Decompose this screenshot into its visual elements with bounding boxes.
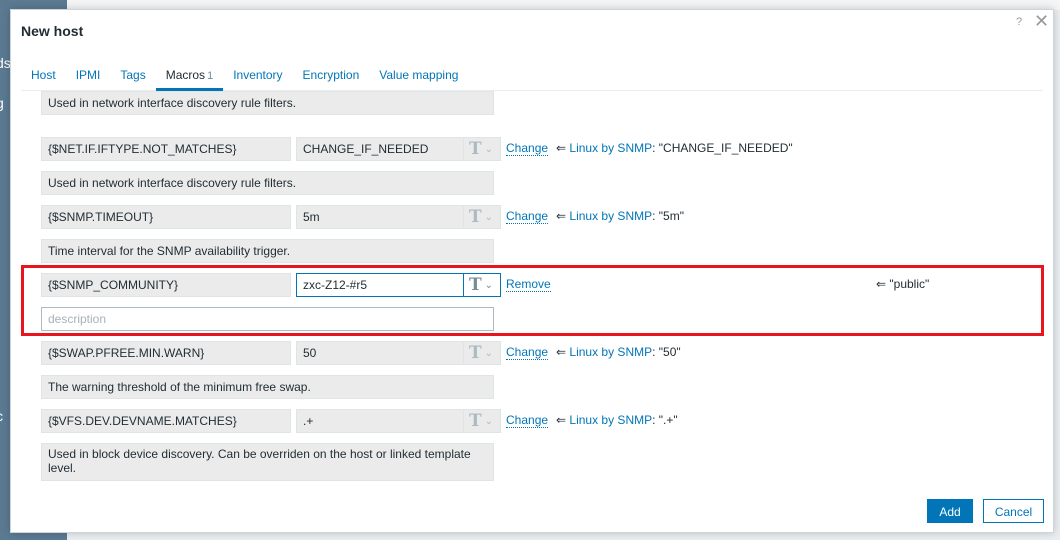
- macro-row: {$NET.IF.IFTYPE.NOT_MATCHES} CHANGE_IF_N…: [21, 137, 1045, 205]
- text-type-icon: T: [469, 411, 482, 431]
- macro-row: {$VFS.DEV.DEVNAME.MATCHES} .+ T ⌄ Change …: [21, 409, 1045, 481]
- macro-name-input[interactable]: {$SWAP.PFREE.MIN.WARN}: [41, 341, 291, 365]
- tab-ipmi[interactable]: IPMI: [66, 62, 111, 91]
- change-link[interactable]: Change: [506, 345, 549, 360]
- inherited-text: : ".+": [652, 413, 678, 427]
- change-link[interactable]: Change: [506, 141, 549, 156]
- macro-row: {$SWAP.PFREE.MIN.WARN} 50 T ⌄ Change ⇐ Li…: [21, 341, 1045, 409]
- tab-tags[interactable]: Tags: [110, 62, 155, 91]
- macro-row: Used in network interface discovery rule…: [21, 91, 1045, 125]
- tab-host[interactable]: Host: [21, 62, 66, 91]
- macro-row: {$SNMP.TIMEOUT} 5m T ⌄ Change ⇐ Linux by …: [21, 205, 1045, 273]
- macro-description-input[interactable]: Time interval for the SNMP availability …: [41, 239, 494, 263]
- value-type-button[interactable]: T ⌄: [463, 409, 501, 433]
- inherited-text: : "CHANGE_IF_NEEDED": [652, 141, 793, 155]
- cancel-button[interactable]: Cancel: [983, 499, 1044, 523]
- chevron-down-icon: ⌄: [484, 348, 494, 359]
- template-link[interactable]: Linux by SNMP: [569, 345, 652, 359]
- help-icon[interactable]: ?: [1016, 16, 1022, 28]
- tab-encryption[interactable]: Encryption: [293, 62, 370, 91]
- macro-value-input[interactable]: CHANGE_IF_NEEDED: [296, 137, 464, 161]
- macro-value-input[interactable]: .+: [296, 409, 464, 433]
- text-type-icon: T: [469, 343, 482, 363]
- chevron-down-icon: ⌄: [484, 416, 494, 427]
- inherited-value: ⇐ Linux by SNMP: "5m": [556, 209, 684, 223]
- tab-bar: Host IPMI Tags Macros 1 Inventory Encrypt…: [21, 62, 1043, 91]
- macro-value-input[interactable]: 50: [296, 341, 464, 365]
- macro-value-input[interactable]: 5m: [296, 205, 464, 229]
- template-link[interactable]: Linux by SNMP: [569, 141, 652, 155]
- value-type-button[interactable]: T ⌄: [463, 205, 501, 229]
- inherited-text: : "5m": [652, 209, 684, 223]
- change-link[interactable]: Change: [506, 209, 549, 224]
- macro-description-input[interactable]: The warning threshold of the minimum fre…: [41, 375, 494, 399]
- new-host-dialog: New host ? ✕ Host IPMI Tags Macros 1 Inve…: [10, 9, 1054, 533]
- chevron-down-icon: ⌄: [484, 212, 494, 223]
- inherit-arrow-icon: ⇐: [556, 209, 567, 223]
- close-icon[interactable]: ✕: [1034, 11, 1049, 32]
- macro-description-input[interactable]: Used in network interface discovery rule…: [41, 91, 494, 115]
- template-link[interactable]: Linux by SNMP: [569, 209, 652, 223]
- inherit-arrow-icon: ⇐: [556, 345, 567, 359]
- chevron-down-icon: ⌄: [484, 144, 494, 155]
- macro-description-input[interactable]: Used in block device discovery. Can be o…: [41, 443, 494, 481]
- macro-name-input[interactable]: {$NET.IF.IFTYPE.NOT_MATCHES}: [41, 137, 291, 161]
- text-type-icon: T: [469, 139, 482, 159]
- inherited-value: ⇐ Linux by SNMP: ".+": [556, 413, 678, 427]
- template-link[interactable]: Linux by SNMP: [569, 413, 652, 427]
- inherited-value: ⇐ Linux by SNMP: "50": [556, 345, 681, 359]
- text-type-icon: T: [469, 207, 482, 227]
- macro-name-input[interactable]: {$VFS.DEV.DEVNAME.MATCHES}: [41, 409, 291, 433]
- macro-name-input[interactable]: {$SNMP.TIMEOUT}: [41, 205, 291, 229]
- add-button[interactable]: Add: [927, 499, 973, 523]
- inherited-text: : "50": [652, 345, 681, 359]
- dialog-title: New host: [21, 23, 84, 39]
- tab-inventory[interactable]: Inventory: [223, 62, 292, 91]
- inherit-arrow-icon: ⇐: [556, 141, 567, 155]
- value-type-button[interactable]: T ⌄: [463, 341, 501, 365]
- tab-macros[interactable]: Macros 1: [155, 62, 224, 91]
- macro-count-badge: 1: [207, 70, 214, 82]
- inherit-arrow-icon: ⇐: [556, 413, 567, 427]
- inherited-value: ⇐ Linux by SNMP: "CHANGE_IF_NEEDED": [556, 141, 793, 155]
- macro-description-input[interactable]: Used in network interface discovery rule…: [41, 171, 494, 195]
- tab-value-mapping[interactable]: Value mapping: [369, 62, 468, 91]
- change-link[interactable]: Change: [506, 413, 549, 428]
- value-type-button[interactable]: T ⌄: [463, 137, 501, 161]
- highlight-box: [21, 265, 1044, 336]
- tab-label: Macros: [165, 68, 206, 82]
